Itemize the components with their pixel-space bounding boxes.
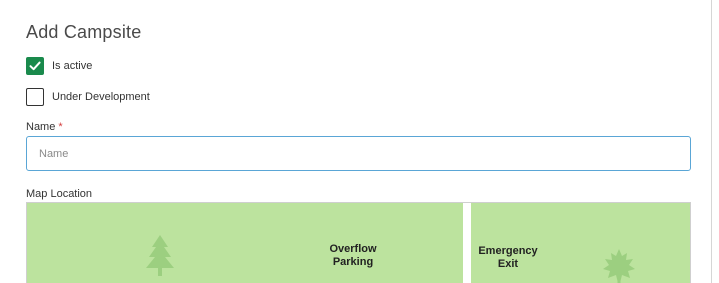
overflow-parking-label: Overflow Parking (329, 243, 377, 268)
map-location-label: Map Location (26, 188, 93, 200)
is-active-checkbox[interactable] (26, 57, 44, 75)
add-campsite-dialog: Add Campsite Is active Under Development… (0, 0, 712, 283)
map-divider (463, 203, 471, 283)
is-active-row[interactable]: Is active (26, 57, 92, 75)
map-location-canvas[interactable]: Overflow Parking Emergency Exit (26, 202, 691, 283)
is-active-label: Is active (52, 60, 93, 72)
name-input[interactable] (26, 136, 691, 171)
under-development-row[interactable]: Under Development (26, 88, 150, 106)
under-development-label: Under Development (52, 91, 150, 103)
name-label-text: Name (26, 121, 56, 133)
checkmark-icon (29, 61, 41, 71)
pine-tree-icon (146, 235, 174, 276)
name-field-label: Name * (26, 121, 63, 133)
maple-tree-icon (603, 249, 635, 283)
required-marker: * (58, 121, 63, 133)
emergency-exit-label: Emergency Exit (478, 245, 538, 270)
under-development-checkbox[interactable] (26, 88, 44, 106)
dialog-title: Add Campsite (26, 22, 142, 42)
